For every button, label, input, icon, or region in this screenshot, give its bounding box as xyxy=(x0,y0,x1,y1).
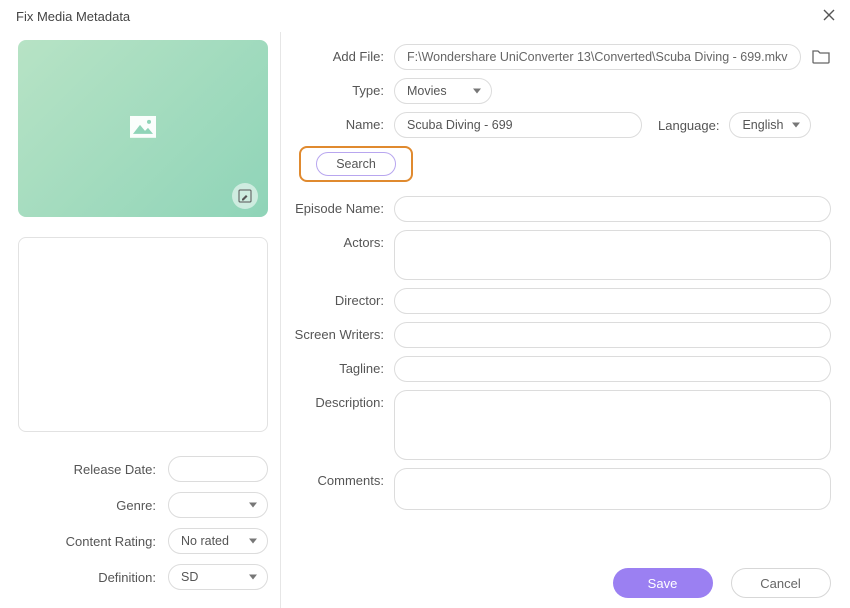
titlebar: Fix Media Metadata xyxy=(0,0,850,32)
cancel-button[interactable]: Cancel xyxy=(731,568,831,598)
description-label: Description: xyxy=(289,390,394,410)
description-input[interactable] xyxy=(394,390,831,460)
genre-label: Genre: xyxy=(18,498,168,513)
release-date-label: Release Date: xyxy=(18,462,168,477)
name-input[interactable] xyxy=(394,112,642,138)
director-input[interactable] xyxy=(394,288,831,314)
window-title: Fix Media Metadata xyxy=(16,9,130,24)
right-panel: Add File: F:\Wondershare UniConverter 13… xyxy=(281,32,850,608)
genre-select[interactable] xyxy=(168,492,268,518)
name-label: Name: xyxy=(289,112,394,132)
chevron-down-icon xyxy=(473,89,481,94)
episode-name-label: Episode Name: xyxy=(289,196,394,216)
type-label: Type: xyxy=(289,78,394,98)
save-button-label: Save xyxy=(648,576,678,591)
secondary-thumbnail-box xyxy=(18,237,268,432)
actors-input[interactable] xyxy=(394,230,831,280)
type-value: Movies xyxy=(407,84,447,98)
actors-label: Actors: xyxy=(289,230,394,250)
tagline-input[interactable] xyxy=(394,356,831,382)
search-highlight: Search xyxy=(299,146,413,182)
chevron-down-icon xyxy=(249,575,257,580)
release-date-input[interactable] xyxy=(168,456,268,482)
search-button-label: Search xyxy=(336,157,376,171)
chevron-down-icon xyxy=(249,539,257,544)
language-label: Language: xyxy=(652,118,719,133)
content-rating-select[interactable]: No rated xyxy=(168,528,268,554)
pencil-icon xyxy=(238,189,252,203)
chevron-down-icon xyxy=(792,123,800,128)
content-rating-label: Content Rating: xyxy=(18,534,168,549)
left-panel: Release Date: Genre: Content Rating: No … xyxy=(0,32,281,608)
definition-select[interactable]: SD xyxy=(168,564,268,590)
language-value: English xyxy=(742,118,783,132)
search-button[interactable]: Search xyxy=(316,152,396,176)
media-thumbnail xyxy=(18,40,268,217)
content-rating-value: No rated xyxy=(181,534,229,548)
folder-icon xyxy=(811,47,831,65)
comments-label: Comments: xyxy=(289,468,394,488)
add-file-label: Add File: xyxy=(289,44,394,64)
chevron-down-icon xyxy=(249,503,257,508)
add-file-path[interactable]: F:\Wondershare UniConverter 13\Converted… xyxy=(394,44,801,70)
type-select[interactable]: Movies xyxy=(394,78,492,104)
language-select[interactable]: English xyxy=(729,112,811,138)
tagline-label: Tagline: xyxy=(289,356,394,376)
comments-input[interactable] xyxy=(394,468,831,510)
save-button[interactable]: Save xyxy=(613,568,713,598)
screen-writers-input[interactable] xyxy=(394,322,831,348)
definition-label: Definition: xyxy=(18,570,168,585)
director-label: Director: xyxy=(289,288,394,308)
screen-writers-label: Screen Writers: xyxy=(289,322,394,342)
cancel-button-label: Cancel xyxy=(760,576,800,591)
episode-name-input[interactable] xyxy=(394,196,831,222)
definition-value: SD xyxy=(181,570,198,584)
close-icon[interactable] xyxy=(822,8,836,25)
browse-folder-button[interactable] xyxy=(811,47,831,68)
edit-thumbnail-button[interactable] xyxy=(232,183,258,209)
